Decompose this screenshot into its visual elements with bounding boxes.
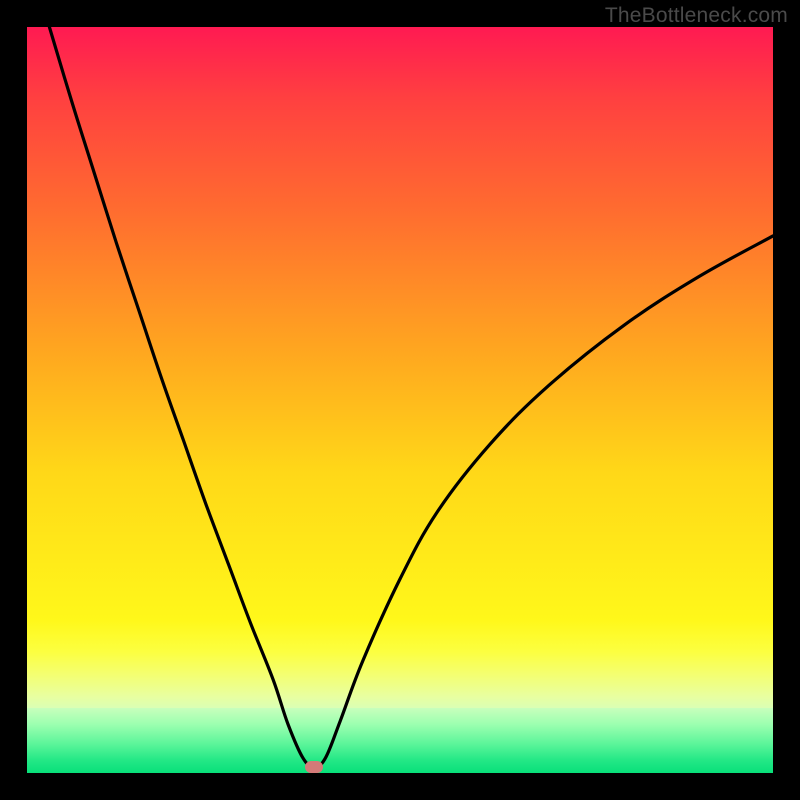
optimum-marker [305, 761, 323, 773]
bottleneck-curve [27, 27, 773, 773]
watermark-label: TheBottleneck.com [605, 4, 788, 28]
plot-area [27, 27, 773, 773]
chart-frame: TheBottleneck.com [0, 0, 800, 800]
